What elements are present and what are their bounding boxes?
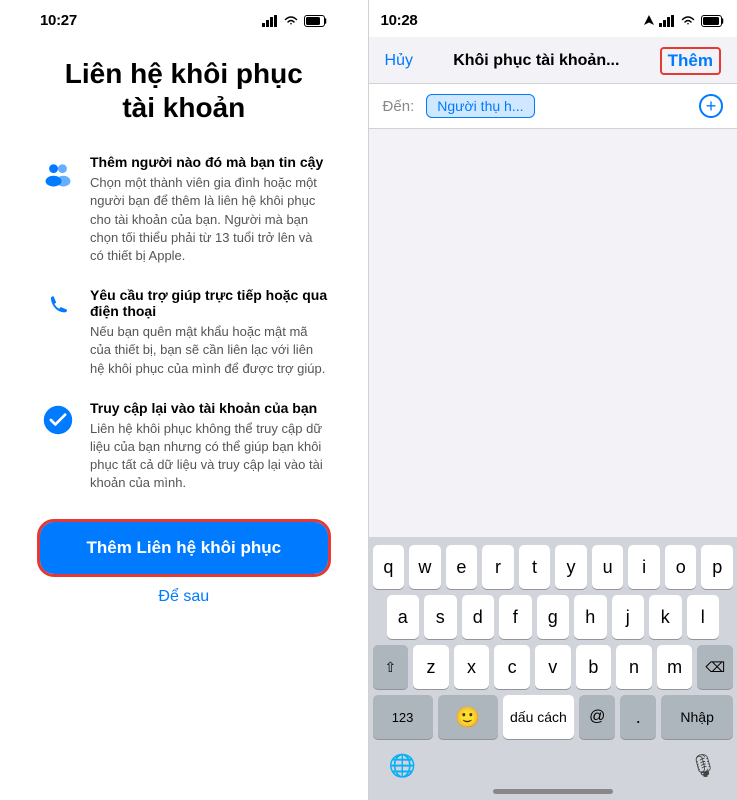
battery-icon	[304, 15, 328, 27]
key-h[interactable]: h	[574, 595, 607, 639]
wifi-icon	[283, 15, 299, 27]
right-status-icons	[644, 15, 725, 27]
key-i[interactable]: i	[628, 545, 660, 589]
keyboard: q w e r t y u i o p a s d f g h j k l ⇧ …	[369, 537, 737, 749]
left-status-icons	[262, 15, 328, 27]
phone-icon	[40, 289, 76, 325]
home-bar	[369, 789, 737, 800]
feature-title-2: Yêu cầu trợ giúp trực tiếp hoặc qua điện…	[90, 287, 328, 319]
key-t[interactable]: t	[519, 545, 551, 589]
feature-item-1: Thêm người nào đó mà bạn tin cậy Chọn mộ…	[40, 154, 328, 265]
mic-icon[interactable]: 🎙	[689, 753, 717, 779]
right-wifi-icon	[680, 15, 696, 27]
key-f[interactable]: f	[499, 595, 532, 639]
right-signal-icon	[659, 15, 675, 27]
key-b[interactable]: b	[576, 645, 612, 689]
shift-key[interactable]: ⇧	[373, 645, 409, 689]
key-a[interactable]: a	[387, 595, 420, 639]
feature-desc-1: Chọn một thành viên gia đình hoặc một ng…	[90, 174, 328, 265]
add-recovery-contact-button[interactable]: Thêm Liên hệ khôi phục	[40, 522, 328, 574]
key-x[interactable]: x	[454, 645, 490, 689]
check-icon	[40, 402, 76, 438]
bottom-bar: 🌐 🎙	[369, 749, 737, 789]
left-content: Liên hệ khôi phục tài khoản Thêm người n…	[30, 37, 338, 800]
recipient-chip[interactable]: Người thụ h...	[426, 94, 534, 118]
right-battery-icon	[701, 15, 725, 27]
home-indicator	[493, 789, 613, 794]
key-v[interactable]: v	[535, 645, 571, 689]
key-z[interactable]: z	[413, 645, 449, 689]
key-q[interactable]: q	[373, 545, 405, 589]
add-recipient-icon[interactable]: +	[699, 94, 723, 118]
feature-list: Thêm người nào đó mà bạn tin cậy Chọn mộ…	[40, 154, 328, 492]
right-panel: 10:28	[369, 0, 737, 800]
numbers-key[interactable]: 123	[373, 695, 433, 739]
spacer	[369, 129, 737, 537]
feature-desc-3: Liên hệ khôi phục không thể truy cập dữ …	[90, 420, 328, 493]
skip-link[interactable]: Để sau	[158, 588, 209, 606]
key-e[interactable]: e	[446, 545, 478, 589]
to-label: Đến:	[383, 98, 415, 115]
cancel-button[interactable]: Hủy	[385, 52, 413, 70]
left-panel: 10:27 Liên hệ khôi phục tà	[0, 0, 368, 800]
key-r[interactable]: r	[482, 545, 514, 589]
key-w[interactable]: w	[409, 545, 441, 589]
key-n[interactable]: n	[616, 645, 652, 689]
at-key[interactable]: @	[579, 695, 615, 739]
right-status-bar: 10:28	[369, 0, 737, 37]
keyboard-row-2: a s d f g h j k l	[373, 595, 733, 639]
left-status-time: 10:27	[40, 12, 77, 29]
key-u[interactable]: u	[592, 545, 624, 589]
page-title: Liên hệ khôi phục tài khoản	[65, 57, 303, 124]
nav-title: Khôi phục tài khoản...	[453, 52, 619, 70]
key-o[interactable]: o	[665, 545, 697, 589]
key-s[interactable]: s	[424, 595, 457, 639]
space-key[interactable]: dấu cách	[503, 695, 575, 739]
key-g[interactable]: g	[537, 595, 570, 639]
right-nav-bar: Hủy Khôi phục tài khoản... Thêm	[369, 37, 737, 84]
key-j[interactable]: j	[612, 595, 645, 639]
delete-key[interactable]: ⌫	[697, 645, 733, 689]
people-icon	[40, 156, 76, 192]
feature-item-3: Truy cập lại vào tài khoản của bạn Liên …	[40, 400, 328, 493]
key-p[interactable]: p	[701, 545, 733, 589]
add-button[interactable]: Thêm	[660, 47, 721, 75]
left-status-bar: 10:27	[30, 0, 338, 37]
feature-title-1: Thêm người nào đó mà bạn tin cậy	[90, 154, 328, 170]
keyboard-row-1: q w e r t y u i o p	[373, 545, 733, 589]
globe-icon[interactable]: 🌐	[389, 753, 416, 779]
feature-item-2: Yêu cầu trợ giúp trực tiếp hoặc qua điện…	[40, 287, 328, 378]
location-icon	[644, 15, 654, 27]
key-m[interactable]: m	[657, 645, 693, 689]
key-d[interactable]: d	[462, 595, 495, 639]
signal-icon	[262, 15, 278, 27]
to-field: Đến: Người thụ h... +	[369, 84, 737, 129]
key-y[interactable]: y	[555, 545, 587, 589]
key-l[interactable]: l	[687, 595, 720, 639]
key-k[interactable]: k	[649, 595, 682, 639]
keyboard-row-4: 123 🙂 dấu cách @ . Nhập	[373, 695, 733, 739]
feature-text-1: Thêm người nào đó mà bạn tin cậy Chọn mộ…	[90, 154, 328, 265]
feature-title-3: Truy cập lại vào tài khoản của bạn	[90, 400, 328, 416]
return-key[interactable]: Nhập	[661, 695, 733, 739]
key-c[interactable]: c	[494, 645, 530, 689]
feature-desc-2: Nếu bạn quên mật khẩu hoặc mật mã của th…	[90, 323, 328, 378]
feature-text-3: Truy cập lại vào tài khoản của bạn Liên …	[90, 400, 328, 493]
period-key[interactable]: .	[620, 695, 656, 739]
feature-text-2: Yêu cầu trợ giúp trực tiếp hoặc qua điện…	[90, 287, 328, 378]
right-status-time: 10:28	[381, 12, 418, 29]
keyboard-row-3: ⇧ z x c v b n m ⌫	[373, 645, 733, 689]
emoji-key[interactable]: 🙂	[438, 695, 498, 739]
